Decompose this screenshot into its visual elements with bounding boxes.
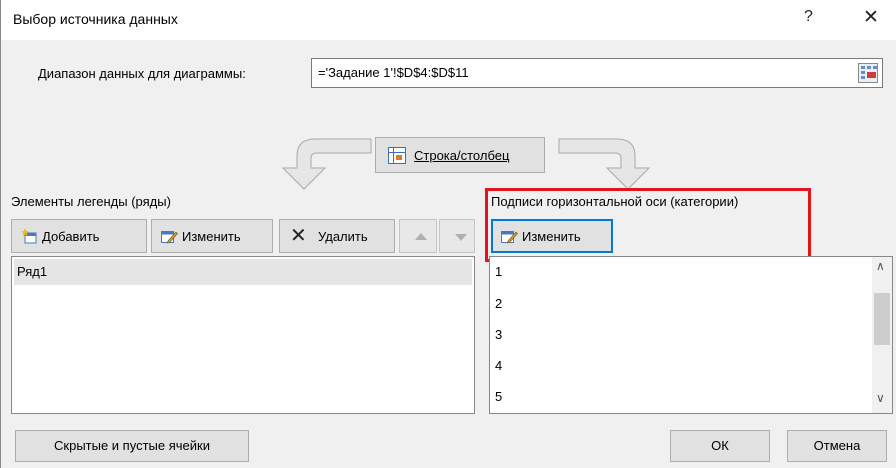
edit-series-icon xyxy=(161,231,178,244)
legend-series-list[interactable]: Ряд1 xyxy=(11,256,475,414)
dialog-title: Выбор источника данных xyxy=(13,11,178,27)
list-item[interactable]: 1 xyxy=(492,259,872,285)
chart-data-range-label: Диапазон данных для диаграммы: xyxy=(38,66,246,81)
list-item[interactable]: Ряд1 xyxy=(14,259,472,285)
edit-axis-labels-icon xyxy=(501,231,518,244)
scroll-up-icon[interactable]: ∧ xyxy=(876,259,885,273)
cancel-button[interactable]: Отмена xyxy=(787,430,887,462)
move-up-button[interactable] xyxy=(399,219,437,253)
chart-data-range-value: ='Задание 1'!$D$4:$D$11 xyxy=(318,65,469,80)
curved-arrow-left-icon xyxy=(281,138,372,190)
add-series-button[interactable]: Добавить xyxy=(11,219,147,253)
list-item[interactable]: 4 xyxy=(492,353,872,379)
curved-arrow-right-icon xyxy=(558,138,651,190)
list-item[interactable]: 5 xyxy=(492,384,872,410)
scroll-down-icon[interactable]: ∨ xyxy=(876,391,885,405)
switch-row-column-button[interactable]: Строка/столбец xyxy=(375,137,545,173)
list-item[interactable]: 3 xyxy=(492,322,872,348)
close-button[interactable]: ✕ xyxy=(863,6,879,29)
scroll-thumb[interactable] xyxy=(874,293,890,345)
delete-icon: ✕ xyxy=(290,225,307,247)
move-up-icon xyxy=(415,233,427,240)
switch-row-column-icon xyxy=(388,147,406,164)
delete-series-button[interactable]: ✕ Удалить xyxy=(279,219,395,253)
switch-row-column-label: Строка/столбец xyxy=(414,148,510,163)
move-down-icon xyxy=(455,234,467,241)
axis-labels-list[interactable]: 1 2 3 4 5 ∧ ∨ xyxy=(489,256,893,414)
axis-toolbar: Изменить xyxy=(489,219,889,253)
help-button[interactable]: ? xyxy=(804,8,813,26)
list-item[interactable]: 2 xyxy=(492,291,872,317)
legend-toolbar: Добавить Изменить ✕ Удалить xyxy=(11,219,475,253)
hidden-empty-cells-button[interactable]: Скрытые и пустые ячейки xyxy=(15,430,249,462)
select-data-source-dialog: Выбор источника данных ? ✕ Диапазон данн… xyxy=(0,0,896,468)
vertical-scrollbar[interactable]: ∧ ∨ xyxy=(872,257,892,413)
ok-button[interactable]: ОК xyxy=(670,430,770,462)
legend-entries-title: Элементы легенды (ряды) xyxy=(11,194,171,209)
title-bar: Выбор источника данных ? ✕ xyxy=(1,0,896,40)
add-series-icon xyxy=(21,228,37,244)
edit-axis-labels-button[interactable]: Изменить xyxy=(491,219,613,253)
move-down-button[interactable] xyxy=(439,219,475,253)
range-collapse-icon[interactable] xyxy=(858,63,878,83)
chart-data-range-input[interactable]: ='Задание 1'!$D$4:$D$11 xyxy=(311,58,883,88)
edit-series-button[interactable]: Изменить xyxy=(151,219,273,253)
